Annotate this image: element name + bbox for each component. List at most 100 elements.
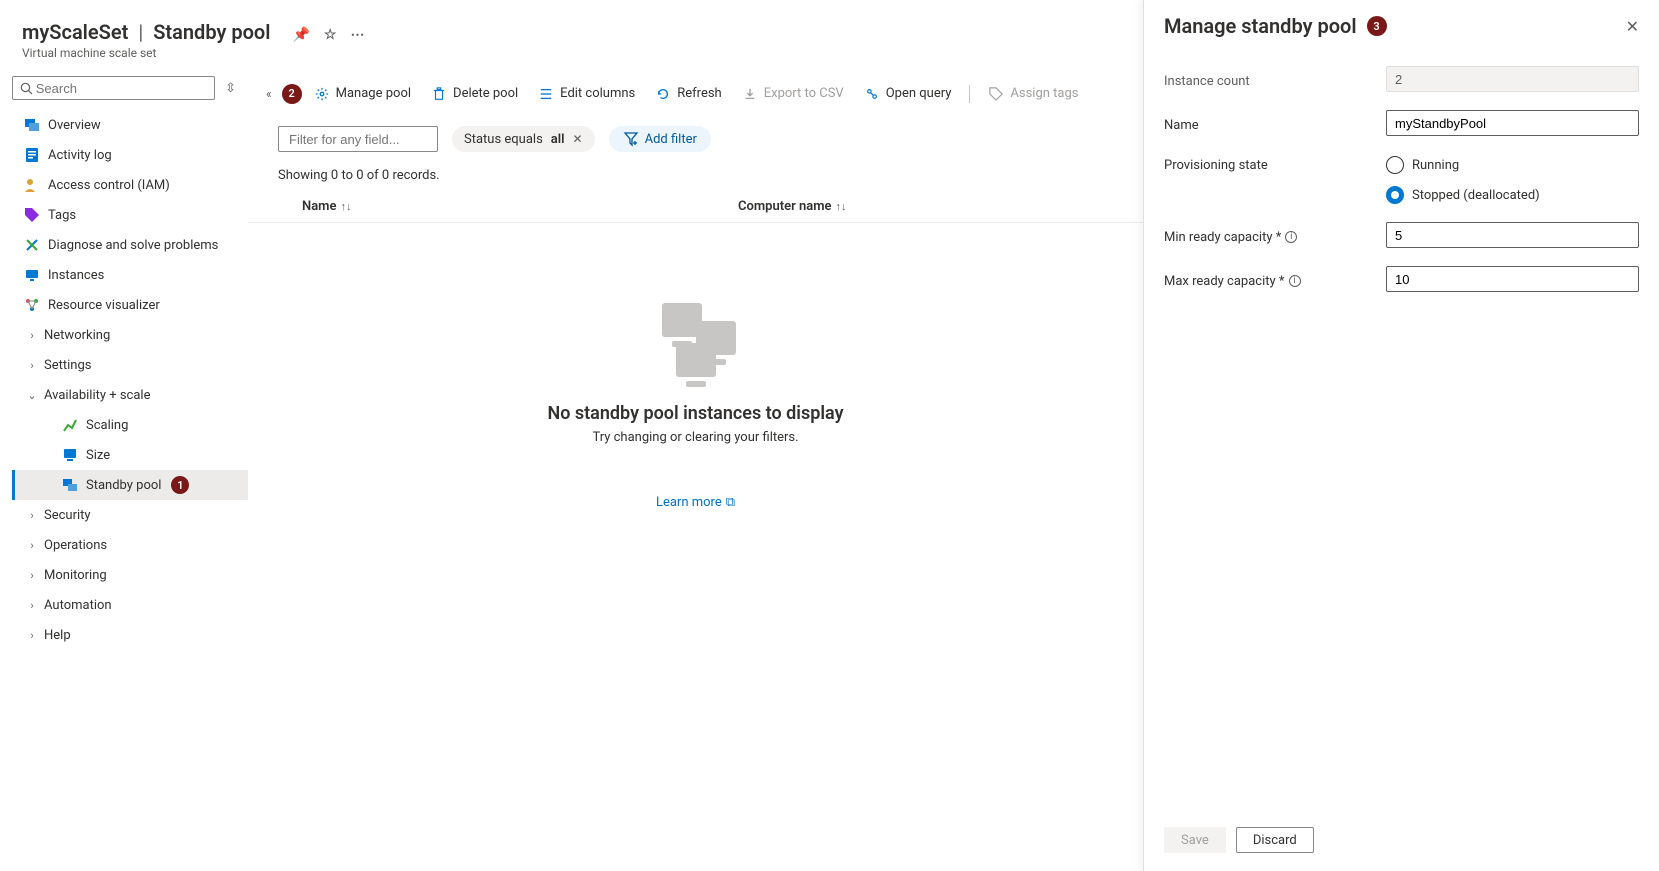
download-icon [742,86,758,102]
radio-unchecked-icon [1386,156,1404,174]
empty-illustration-icon [648,303,744,387]
max-ready-label: Max ready capacity * i [1164,270,1386,289]
prov-stopped-radio[interactable]: Stopped (deallocated) [1386,186,1639,204]
discard-button[interactable]: Discard [1236,827,1314,853]
nav-label: Operations [44,538,107,553]
scaling-icon [62,417,78,433]
assign-tags-button: Assign tags [980,82,1086,106]
empty-title: No standby pool instances to display [547,403,843,424]
trash-icon [431,86,447,102]
nav-label: Standby pool [86,478,161,493]
manage-pool-button[interactable]: Manage pool [306,82,419,106]
chevron-down-icon: ⌄ [24,389,40,402]
col-computer-header[interactable]: Computer name [738,199,832,214]
expand-collapse-icon[interactable]: ⇳ [221,81,240,96]
nav-diagnose[interactable]: Diagnose and solve problems [12,230,248,260]
nav-label: Instances [48,268,104,283]
min-ready-label: Min ready capacity * i [1164,226,1386,245]
toolbar-separator [969,85,970,103]
add-filter-button[interactable]: Add filter [609,126,711,152]
name-input[interactable] [1386,110,1639,136]
size-icon [62,447,78,463]
nav-monitoring[interactable]: › Monitoring [12,560,248,590]
info-icon[interactable]: i [1289,275,1301,287]
add-filter-label: Add filter [645,132,697,147]
nav-operations[interactable]: › Operations [12,530,248,560]
tool-label: Refresh [677,86,721,101]
learn-more-link[interactable]: Learn more ⧉ [656,495,735,510]
refresh-icon [655,86,671,102]
standby-pool-icon [62,477,78,493]
nav-standby-pool[interactable]: Standby pool 1 [12,470,248,500]
save-button: Save [1164,827,1226,853]
access-control-icon [24,177,40,193]
pill-remove-icon[interactable]: ✕ [573,132,583,146]
add-filter-icon [623,131,639,147]
flyout-title: Manage standby pool [1164,14,1357,38]
close-icon[interactable]: ✕ [1626,17,1639,36]
overview-icon [24,117,40,133]
nav-search-input[interactable] [34,80,208,97]
chevron-right-icon: › [24,359,40,372]
open-query-button[interactable]: Open query [856,82,960,106]
nav-size[interactable]: Size [12,440,248,470]
nav-overview[interactable]: Overview [12,110,248,140]
nav-tags[interactable]: Tags [12,200,248,230]
status-filter-pill[interactable]: Status equals all ✕ [452,126,595,152]
instance-count-field [1386,66,1639,92]
info-icon[interactable]: i [1285,231,1297,243]
nav-scaling[interactable]: Scaling [12,410,248,440]
field-filter-input[interactable] [287,131,429,148]
nav-label: Overview [48,118,101,133]
nav-activity-log[interactable]: Activity log [12,140,248,170]
nav-label: Networking [44,328,110,343]
export-csv-button: Export to CSV [734,82,852,106]
pill-value: all [551,132,565,147]
tool-label: Manage pool [336,86,411,101]
callout-badge-1: 1 [171,476,189,494]
prov-running-radio[interactable]: Running [1386,156,1639,174]
nav-label: Availability + scale [44,388,150,403]
pill-prefix: Status equals [464,132,543,147]
tags-icon [24,207,40,223]
nav-label: Security [44,508,91,523]
search-icon [19,80,34,96]
gear-icon [314,86,330,102]
nav-resource-visualizer[interactable]: Resource visualizer [12,290,248,320]
tool-label: Open query [886,86,952,101]
tool-label: Assign tags [1010,86,1078,101]
refresh-button[interactable]: Refresh [647,82,729,106]
nav-label: Tags [48,208,76,223]
radio-label: Stopped (deallocated) [1412,188,1540,203]
nav-instances[interactable]: Instances [12,260,248,290]
nav-label: Help [44,628,71,643]
max-ready-input[interactable] [1386,266,1639,292]
nav-networking[interactable]: › Networking [12,320,248,350]
columns-icon [538,86,554,102]
nav-label: Scaling [86,418,128,433]
nav-security[interactable]: › Security [12,500,248,530]
nav-settings[interactable]: › Settings [12,350,248,380]
nav-availability-scale[interactable]: ⌄ Availability + scale [12,380,248,410]
sort-arrow-icon[interactable]: ↑↓ [836,200,847,213]
nav-label: Automation [44,598,112,613]
chevron-right-icon: › [24,329,40,342]
col-name-header[interactable]: Name [302,199,336,214]
activity-log-icon [24,147,40,163]
edit-columns-button[interactable]: Edit columns [530,82,643,106]
nav-label: Resource visualizer [48,298,160,313]
min-ready-input[interactable] [1386,222,1639,248]
external-link-icon: ⧉ [726,495,735,510]
resource-visualizer-icon [24,297,40,313]
nav-automation[interactable]: › Automation [12,590,248,620]
nav-access-control[interactable]: Access control (IAM) [12,170,248,200]
nav-label: Access control (IAM) [48,178,170,193]
nav-help[interactable]: › Help [12,620,248,650]
delete-pool-button[interactable]: Delete pool [423,82,526,106]
field-filter-box[interactable] [278,126,438,152]
sort-arrow-icon[interactable]: ↑↓ [340,200,351,213]
nav-search-box[interactable] [12,76,215,100]
collapse-left-icon[interactable]: « [260,87,278,101]
records-count-text: Showing 0 to 0 of 0 records. [248,156,1143,193]
diagnose-icon [24,237,40,253]
